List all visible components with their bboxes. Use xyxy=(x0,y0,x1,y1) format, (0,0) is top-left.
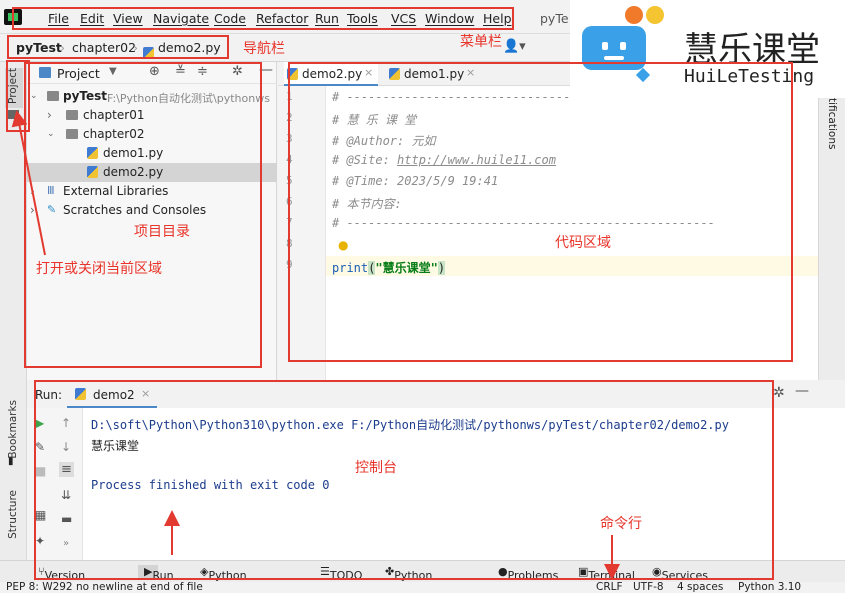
annotation-arrows xyxy=(11,110,620,580)
arrow-toggle xyxy=(11,110,46,256)
